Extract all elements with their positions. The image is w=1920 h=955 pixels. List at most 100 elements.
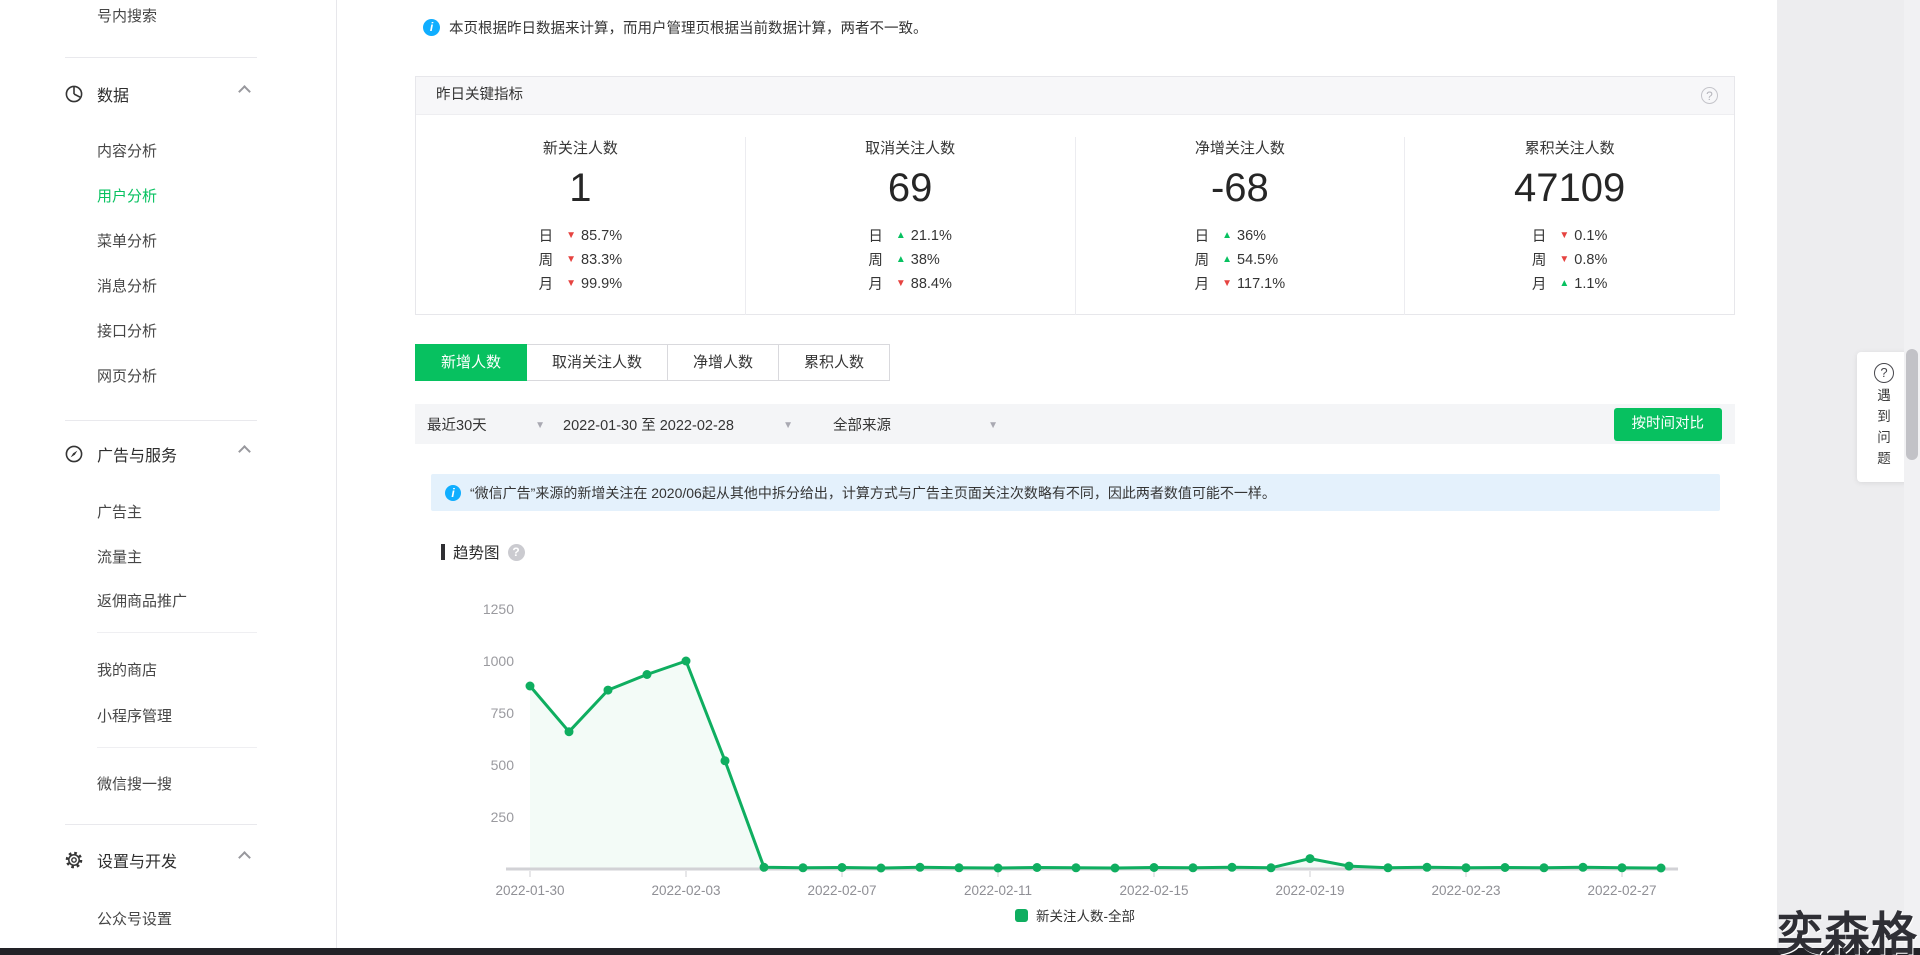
help-question-icon[interactable] <box>508 544 525 561</box>
page-scrollbar-thumb[interactable] <box>1906 349 1918 460</box>
kpi-label: 净增关注人数 <box>1076 137 1405 158</box>
trend-title-text: 趋势图 <box>453 541 500 563</box>
sidebar-section-label: 广告与服务 <box>97 442 177 466</box>
kpi-trend-row: 周▼0.8% <box>1532 249 1607 270</box>
svg-text:1250: 1250 <box>483 601 514 617</box>
banner-text: “微信广告”来源的新增关注在 2020/06起从其他中拆分给出，计算方式与广告主… <box>470 483 1276 503</box>
source-dropdown[interactable]: 全部来源 <box>833 414 998 435</box>
kpi-trend-row: 日▲36% <box>1195 225 1286 246</box>
sidebar-item-api-analysis[interactable]: 接口分析 <box>97 320 157 341</box>
divider <box>65 420 257 421</box>
trend-line-chart: 2022-01-302022-02-032022-02-072022-02-11… <box>470 572 1710 902</box>
bottom-edge-bar <box>0 948 1920 955</box>
title-bar-decoration <box>441 544 445 560</box>
sidebar-section-label: 数据 <box>97 82 129 106</box>
pie-chart-icon <box>64 84 84 104</box>
compare-by-time-button[interactable]: 按时间对比 <box>1614 408 1723 441</box>
sidebar-item-message-analysis[interactable]: 消息分析 <box>97 275 157 296</box>
sidebar-item-wechat-search[interactable]: 微信搜一搜 <box>97 773 172 794</box>
info-icon <box>423 19 440 36</box>
svg-text:750: 750 <box>491 705 515 721</box>
info-icon <box>445 485 461 501</box>
sidebar-item-account-settings[interactable]: 公众号设置 <box>97 908 172 929</box>
date-range-dropdown[interactable]: 2022-01-30 至 2022-02-28 <box>563 414 793 435</box>
sidebar-section-ads-services[interactable]: 广告与服务 <box>64 442 249 466</box>
sidebar-item-webpage-analysis[interactable]: 网页分析 <box>97 365 157 386</box>
kpi-label: 新关注人数 <box>416 137 745 158</box>
trend-arrow-icon: ▲ <box>896 255 906 265</box>
sidebar-item-menu-analysis[interactable]: 菜单分析 <box>97 230 157 251</box>
svg-text:2022-02-07: 2022-02-07 <box>807 883 876 898</box>
kpi-card-new-followers: 新关注人数 1 日▼85.7% 周▼83.3% 月▼99.9% <box>416 137 745 315</box>
trend-arrow-icon: ▼ <box>1559 231 1569 241</box>
kpi-trend-row: 周▲38% <box>868 249 952 270</box>
filter-bar: 最近30天 2022-01-30 至 2022-02-28 全部来源 按时间对比 <box>415 404 1735 444</box>
date-range-preset-dropdown[interactable]: 最近30天 <box>427 414 545 435</box>
range-label: 最近30天 <box>427 414 487 435</box>
tab-net-growth[interactable]: 净增人数 <box>668 344 779 381</box>
kpi-card-total-followers: 累积关注人数 47109 日▼0.1% 周▼0.8% 月▲1.1% <box>1404 137 1734 315</box>
chart-legend[interactable]: 新关注人数-全部 <box>415 905 1735 925</box>
chevron-down-icon <box>988 416 998 432</box>
trend-chart: 2022-01-302022-02-032022-02-072022-02-11… <box>470 572 1710 902</box>
gear-icon <box>64 850 84 870</box>
kpi-label: 累积关注人数 <box>1405 137 1734 158</box>
kpi-trend-row: 月▼99.9% <box>539 273 623 294</box>
feedback-label: 遇到问题 <box>1876 385 1892 469</box>
kpi-value: 1 <box>416 166 745 210</box>
chevron-up-icon <box>238 85 251 98</box>
kpi-value: -68 <box>1076 166 1405 210</box>
page-notice: 本页根据昨日数据来计算，而用户管理页根据当前数据计算，两者不一致。 <box>423 17 928 38</box>
svg-text:1000: 1000 <box>483 653 514 669</box>
trend-arrow-icon: ▲ <box>1222 255 1232 265</box>
kpi-body: 新关注人数 1 日▼85.7% 周▼83.3% 月▼99.9% 取消关注人数 6… <box>416 115 1734 315</box>
page-scrollbar-track[interactable] <box>1904 0 1920 955</box>
sidebar-item-miniprogram-management[interactable]: 小程序管理 <box>97 705 172 726</box>
trend-arrow-icon: ▲ <box>1222 231 1232 241</box>
kpi-trend-row: 周▼83.3% <box>539 249 623 270</box>
trend-arrow-icon: ▼ <box>1559 255 1569 265</box>
sidebar-item-content-analysis[interactable]: 内容分析 <box>97 140 157 161</box>
sidebar-item-rebate-promotion[interactable]: 返佣商品推广 <box>97 590 187 611</box>
trend-chart-title: 趋势图 <box>441 541 525 563</box>
kpi-trend-row: 日▲21.1% <box>868 225 952 246</box>
feedback-widget[interactable]: 遇到问题 <box>1857 352 1911 482</box>
svg-text:2022-02-11: 2022-02-11 <box>964 883 1032 898</box>
legend-swatch <box>1015 909 1028 922</box>
sidebar-item-my-shop[interactable]: 我的商店 <box>97 659 157 680</box>
sidebar-item-traffic-owner[interactable]: 流量主 <box>97 546 142 567</box>
help-question-icon[interactable] <box>1701 87 1718 104</box>
yesterday-kpi-panel: 昨日关键指标 新关注人数 1 日▼85.7% 周▼83.3% 月▼99.9% 取… <box>415 76 1735 315</box>
watermark: 奕森格 <box>1777 898 1918 955</box>
chevron-down-icon <box>783 416 793 432</box>
kpi-panel-header: 昨日关键指标 <box>416 77 1734 115</box>
trend-arrow-icon: ▼ <box>896 279 906 289</box>
trend-arrow-icon: ▼ <box>566 279 576 289</box>
svg-text:2022-02-23: 2022-02-23 <box>1431 883 1500 898</box>
sidebar-item-advertiser[interactable]: 广告主 <box>97 501 142 522</box>
sidebar: 号内搜索 数据 内容分析 用户分析 菜单分析 消息分析 接口分析 网页分析 广告… <box>0 0 337 955</box>
sidebar-item-user-analysis[interactable]: 用户分析 <box>97 185 157 206</box>
sidebar-section-data[interactable]: 数据 <box>64 82 249 106</box>
question-circle-icon <box>1874 363 1894 383</box>
kpi-trend-row: 月▲1.1% <box>1532 273 1607 294</box>
wechat-ads-banner: “微信广告”来源的新增关注在 2020/06起从其他中拆分给出，计算方式与广告主… <box>431 474 1720 511</box>
tab-new-followers[interactable]: 新增人数 <box>415 344 527 381</box>
sidebar-section-settings-dev[interactable]: 设置与开发 <box>64 848 249 872</box>
trend-arrow-icon: ▲ <box>1559 279 1569 289</box>
trend-arrow-icon: ▼ <box>566 231 576 241</box>
tab-unfollowers[interactable]: 取消关注人数 <box>527 344 668 381</box>
chevron-down-icon <box>535 416 545 432</box>
kpi-card-unfollowers: 取消关注人数 69 日▲21.1% 周▲38% 月▼88.4% <box>745 137 1075 315</box>
svg-text:2022-02-19: 2022-02-19 <box>1275 883 1344 898</box>
trend-arrow-icon: ▼ <box>566 255 576 265</box>
sidebar-item-search-in-account[interactable]: 号内搜索 <box>97 5 157 26</box>
divider <box>97 632 257 633</box>
svg-text:2022-02-03: 2022-02-03 <box>651 883 720 898</box>
tab-total[interactable]: 累积人数 <box>779 344 890 381</box>
date-range-label: 2022-01-30 至 2022-02-28 <box>563 414 734 435</box>
svg-text:500: 500 <box>491 757 515 773</box>
kpi-trend-row: 周▲54.5% <box>1195 249 1286 270</box>
kpi-trend-row: 月▼117.1% <box>1195 273 1286 294</box>
trend-arrow-icon: ▼ <box>1222 279 1232 289</box>
